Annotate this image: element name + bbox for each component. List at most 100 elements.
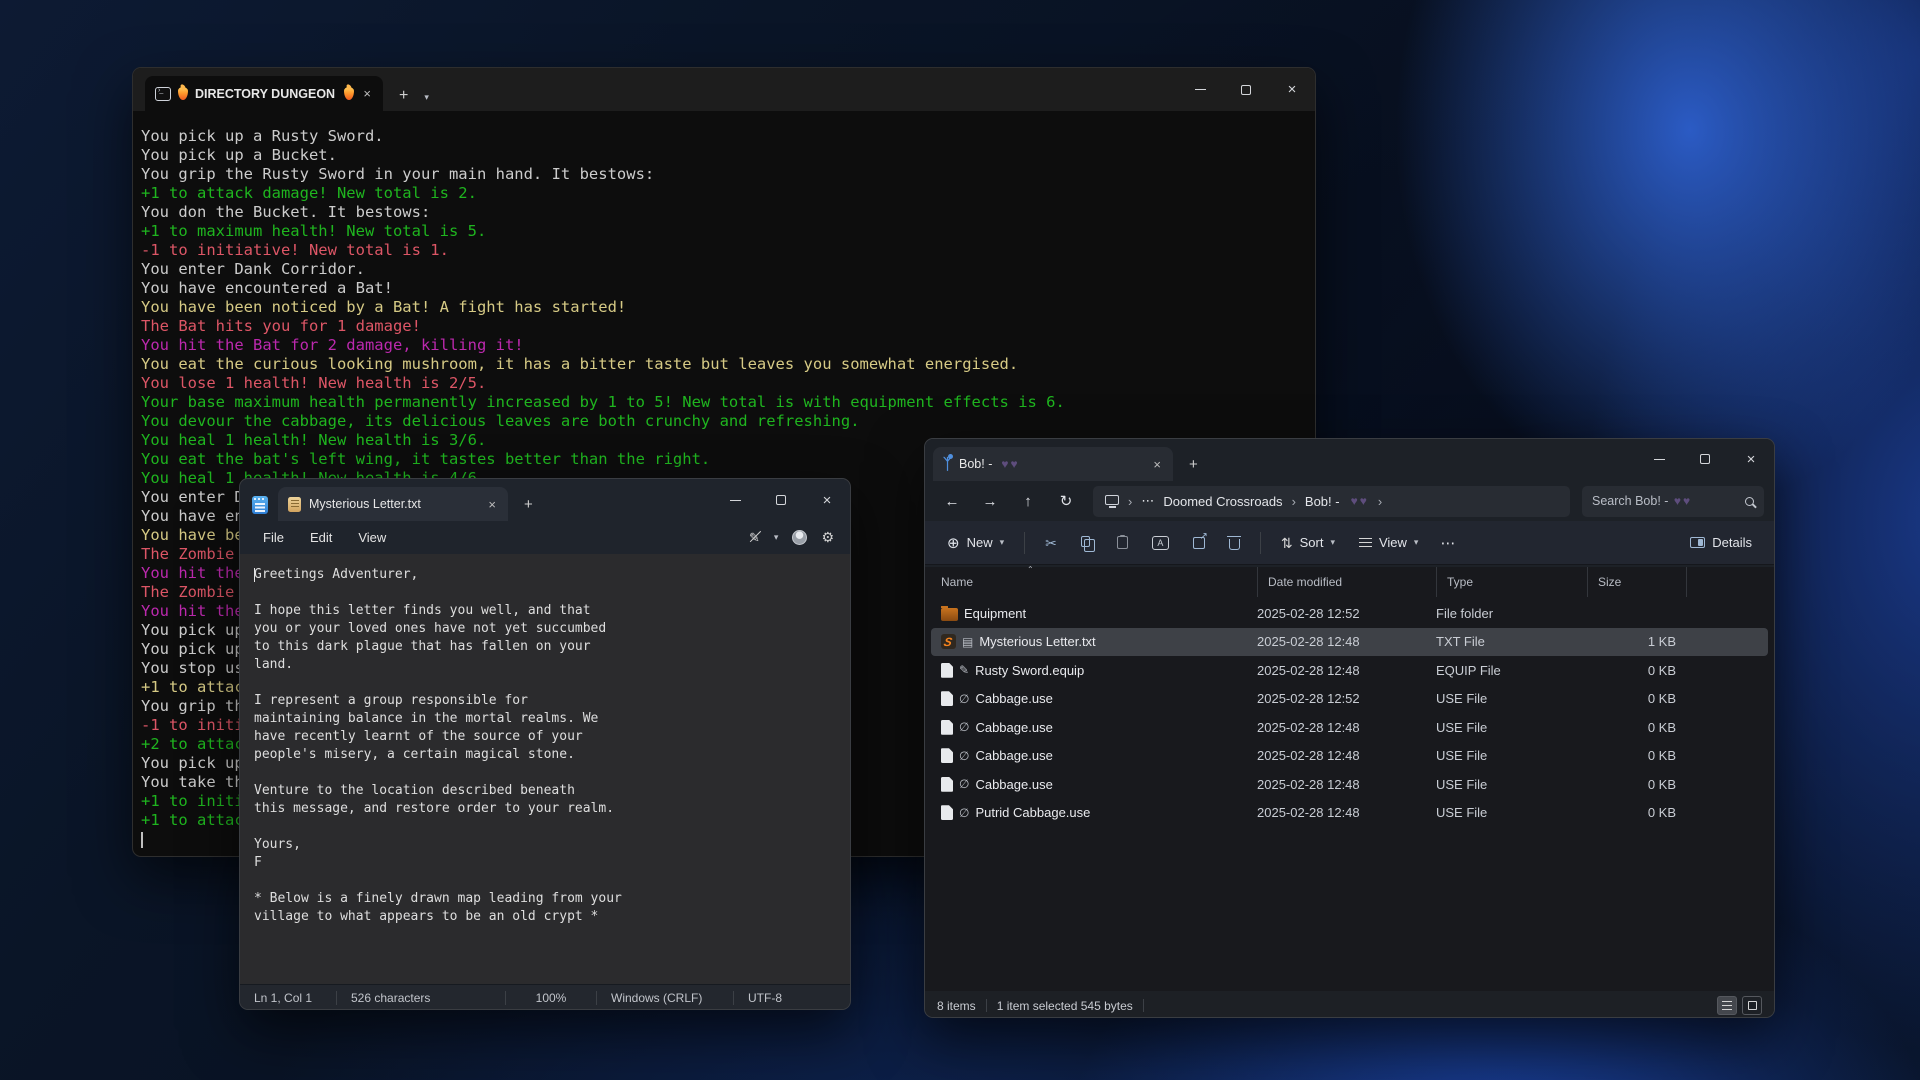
file-date: 2025-02-28 12:48 (1257, 634, 1436, 649)
column-header-date[interactable]: Date modified (1257, 567, 1436, 597)
terminal-tab-dropdown-icon[interactable]: ▾ (424, 93, 429, 102)
notepad-text-line: you or your loved ones have not yet succ… (254, 620, 850, 638)
edit-mode-icon[interactable]: ✎ (749, 530, 760, 546)
status-char-count: 526 characters (337, 991, 505, 1005)
refresh-button[interactable]: ↻ (1049, 486, 1083, 516)
notepad-text-line (254, 584, 850, 602)
explorer-tab-close-icon[interactable]: × (1151, 457, 1163, 472)
terminal-close-button[interactable]: × (1269, 68, 1315, 111)
notepad-text-line: village to what appears to be an old cry… (254, 908, 850, 926)
details-pane-icon (1690, 537, 1705, 548)
cut-button[interactable]: ✂ (1037, 530, 1065, 556)
table-row[interactable]: ∅Cabbage.use2025-02-28 12:48USE File0 KB (931, 742, 1768, 771)
file-date: 2025-02-28 12:48 (1257, 777, 1436, 792)
notepad-maximize-button[interactable] (758, 479, 804, 521)
file-explorer-window: ᛉ Bob! - ♥♥ × + × ← → ↑ ↻ › ⋯ Doomed Cro… (924, 438, 1775, 1018)
view-button[interactable]: View ▾ (1351, 529, 1426, 556)
menu-edit[interactable]: Edit (299, 525, 343, 550)
table-row[interactable]: ∅Cabbage.use2025-02-28 12:48USE File0 KB (931, 713, 1768, 742)
thumbnail-view-toggle[interactable] (1742, 996, 1762, 1015)
menu-file[interactable]: File (252, 525, 295, 550)
this-pc-icon[interactable] (1105, 495, 1119, 505)
terminal-tab-close-icon[interactable]: × (361, 86, 373, 101)
breadcrumb-item-bob[interactable]: Bob! - (1305, 494, 1340, 509)
table-row[interactable]: ▤Mysterious Letter.txt2025-02-28 12:48TX… (931, 628, 1768, 657)
notepad-text-line: land. (254, 656, 850, 674)
search-icon[interactable] (1745, 497, 1754, 506)
explorer-close-button[interactable]: × (1728, 439, 1774, 479)
breadcrumb-item-doomed-crossroads[interactable]: Doomed Crossroads (1163, 494, 1282, 509)
generic-file-icon (941, 691, 953, 706)
notepad-menu-bar: File Edit View ✎ ▾ ⚙ (240, 521, 850, 554)
notepad-tab[interactable]: Mysterious Letter.txt × (278, 487, 508, 521)
filename-emoji-glyph: ∅ (959, 777, 969, 791)
list-view-icon (1722, 1001, 1732, 1011)
up-button[interactable]: ↑ (1011, 486, 1045, 516)
sort-ascending-icon: ⌃ (1027, 565, 1034, 574)
terminal-tab[interactable]: DIRECTORY DUNGEON × (145, 76, 383, 111)
details-pane-button[interactable]: Details (1682, 529, 1760, 556)
explorer-maximize-button[interactable] (1682, 439, 1728, 479)
folder-person-icon: ᛉ (943, 457, 952, 472)
notepad-minimize-button[interactable] (712, 479, 758, 521)
column-header-size[interactable]: Size (1587, 567, 1686, 597)
explorer-minimize-button[interactable] (1636, 439, 1682, 479)
search-box[interactable]: Search Bob! - ♥♥ (1582, 486, 1764, 517)
column-header-name[interactable]: Name⌃ (941, 567, 1257, 597)
notepad-text-line: Greetings Adventurer, (254, 566, 850, 584)
more-options-button[interactable]: ⋯ (1434, 534, 1462, 552)
notepad-text-line: this message, and restore order to your … (254, 800, 850, 818)
terminal-line: You grip the Rusty Sword in your main ha… (141, 165, 1307, 184)
paste-button[interactable] (1109, 530, 1136, 555)
rename-button[interactable] (1144, 530, 1177, 556)
edit-mode-dropdown-icon[interactable]: ▾ (774, 533, 779, 542)
account-icon[interactable] (792, 530, 807, 545)
file-name: Cabbage.use (975, 720, 1052, 735)
generic-file-icon (941, 663, 953, 678)
breadcrumb[interactable]: › ⋯ Doomed Crossroads › Bob! - ♥♥ › (1093, 486, 1570, 517)
table-row[interactable]: ∅Cabbage.use2025-02-28 12:48USE File0 KB (931, 770, 1768, 799)
column-header-type[interactable]: Type (1436, 567, 1587, 597)
sort-button[interactable]: ⇅ Sort ▾ (1273, 529, 1343, 556)
file-type: EQUIP File (1436, 663, 1587, 678)
notepad-text-line: Venture to the location described beneat… (254, 782, 850, 800)
gear-icon[interactable]: ⚙ (821, 529, 834, 546)
back-button[interactable]: ← (935, 486, 969, 516)
file-type: USE File (1436, 748, 1587, 763)
selection-summary: 1 item selected 545 bytes (997, 999, 1133, 1013)
file-type: USE File (1436, 720, 1587, 735)
terminal-minimize-button[interactable] (1177, 68, 1223, 111)
terminal-line: You have encountered a Bat! (141, 279, 1307, 298)
notepad-text-line: people's misery, a certain magical stone… (254, 746, 850, 764)
share-button[interactable] (1185, 531, 1213, 555)
notepad-new-tab-button[interactable]: + (524, 496, 533, 513)
table-row[interactable]: ✎Rusty Sword.equip2025-02-28 12:48EQUIP … (931, 656, 1768, 685)
terminal-line: You don the Bucket. It bestows: (141, 203, 1307, 222)
file-name: Cabbage.use (975, 748, 1052, 763)
terminal-maximize-button[interactable] (1223, 68, 1269, 111)
menu-view[interactable]: View (347, 525, 397, 550)
new-button[interactable]: ⊕ New ▾ (939, 528, 1012, 558)
notepad-tab-close-icon[interactable]: × (486, 497, 498, 512)
notepad-text-area[interactable]: Greetings Adventurer, I hope this letter… (240, 554, 850, 984)
terminal-new-tab-button[interactable]: + (399, 87, 408, 105)
explorer-new-tab-button[interactable]: + (1189, 456, 1198, 473)
terminal-tab-bar: DIRECTORY DUNGEON × + ▾ × (133, 68, 1315, 111)
notepad-tab-title: Mysterious Letter.txt (309, 497, 421, 511)
notepad-close-button[interactable]: × (804, 479, 850, 521)
forward-button[interactable]: → (973, 486, 1007, 516)
chevron-right-icon: › (1128, 494, 1132, 509)
status-zoom-level[interactable]: 100% (506, 991, 596, 1005)
table-row[interactable]: Equipment2025-02-28 12:52File folder (931, 599, 1768, 628)
terminal-line: You eat the curious looking mushroom, it… (141, 355, 1307, 374)
delete-button[interactable] (1221, 529, 1248, 556)
generic-file-icon (941, 777, 953, 792)
table-row[interactable]: ∅Cabbage.use2025-02-28 12:52USE File0 KB (931, 685, 1768, 714)
breadcrumb-overflow[interactable]: ⋯ (1141, 493, 1154, 509)
terminal-line: You have been noticed by a Bat! A fight … (141, 298, 1307, 317)
details-view-toggle[interactable] (1717, 996, 1737, 1015)
explorer-tab[interactable]: ᛉ Bob! - ♥♥ × (933, 447, 1173, 481)
notepad-text-line: to this dark plague that has fallen on y… (254, 638, 850, 656)
table-row[interactable]: ∅Putrid Cabbage.use2025-02-28 12:48USE F… (931, 799, 1768, 828)
copy-button[interactable] (1073, 530, 1101, 556)
